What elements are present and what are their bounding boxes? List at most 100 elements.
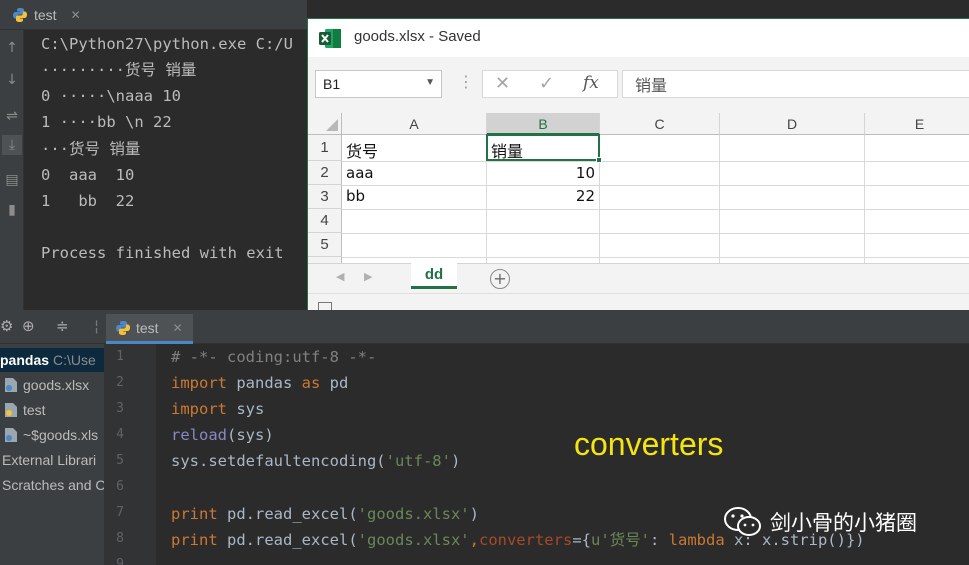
row-header-2[interactable]: 2 [308,161,342,185]
console-line: Process finished with exit [41,244,284,262]
spreadsheet-grid[interactable]: A B C D E 1 2 3 4 5 6 货号 销量 aaa 10 bb 22 [308,113,969,263]
row-header-5[interactable]: 5 [308,233,342,257]
wechat-icon [724,507,761,536]
cell-a3[interactable]: bb [346,187,365,205]
python-icon [13,7,27,22]
code-text: sys [227,400,265,418]
divider-icon: ¦ [94,317,100,335]
project-root-name: pandas [0,352,50,368]
excel-window-title: goods.xlsx - Saved [354,28,481,45]
formula-input[interactable]: 销量 [622,70,969,98]
column-header-c[interactable]: C [600,113,720,135]
column-header-b[interactable]: B [487,113,600,135]
selected-cell-outline [486,134,600,161]
line-number: 3 [116,401,124,416]
project-toolbar: ⚙ ⊕ ≑ ¦ [0,310,104,344]
cell-b2[interactable]: 10 [491,164,595,182]
tree-item-label: test [23,402,46,418]
locate-icon[interactable]: ⊕ [22,317,35,335]
python-file-icon [4,401,18,417]
console-line: ···货号 销量 [41,140,141,158]
fill-handle[interactable] [596,157,602,163]
console-line: 0 ·····\naaa 10 [41,87,181,105]
code-text: : [649,531,669,549]
row-header-3[interactable]: 3 [308,185,342,209]
tree-item-external-libraries[interactable]: External Librari [2,448,96,472]
collapse-icon[interactable]: ≑ [56,317,69,335]
code-text: (sys) [227,426,274,444]
scroll-to-end-icon[interactable]: ⤓ [2,135,22,155]
column-header-a[interactable]: A [342,113,487,135]
code-line-3: import sys [171,396,264,422]
console-line: ·········货号 销量 [41,61,197,79]
close-icon[interactable]: ✕ [173,321,183,335]
code-text: pandas [227,374,302,392]
tree-item-label: ~$goods.xls [23,427,99,443]
cancel-icon[interactable]: ✕ [495,73,510,94]
run-toolbar: ↑ ↓ ⇌ ⤓ ▤ ▮ [0,30,24,310]
row-header-1[interactable]: 1 [308,135,342,161]
line-number: 9 [116,557,124,565]
code-text: ={ [572,531,591,549]
scroll-right-icon[interactable]: ▶ [364,270,372,283]
print-icon[interactable]: ▤ [2,170,22,190]
column-header-d[interactable]: D [720,113,865,135]
name-box[interactable]: B1 ▼ [315,70,442,98]
sheet-tab-bar: ◀ ▶ dd + [308,263,969,293]
code-line-5: sys.setdefaultencoding('utf-8') [171,448,460,474]
tree-item-test[interactable]: test [4,398,46,422]
select-all-corner[interactable] [308,113,342,135]
file-icon [4,376,18,392]
trash-icon[interactable]: ▮ [2,200,22,220]
tree-item-temp-file[interactable]: ~$goods.xls [4,423,98,447]
builtin: reload [171,426,227,444]
cell-a1[interactable]: 货号 [346,138,378,162]
project-tree: pandas C:\Use goods.xlsx test ~$goods.xls… [0,344,104,565]
tree-item-scratches[interactable]: Scratches and C [2,473,104,497]
add-sheet-icon[interactable]: + [490,269,510,289]
code-line-4: reload(sys) [171,422,274,448]
scroll-left-icon[interactable]: ◀ [336,270,344,283]
line-number: 4 [116,427,124,442]
chevron-down-icon[interactable]: ▼ [425,77,435,88]
settings-icon[interactable]: ⚙ [0,317,13,335]
parameter: converters [478,531,573,549]
project-root[interactable]: pandas C:\Use [0,348,104,372]
excel-window: goods.xlsx - Saved B1 ▼ ⋮ ✕ ✓ fx 销量 A B … [307,18,969,321]
file-icon [4,426,18,442]
up-arrow-icon[interactable]: ↑ [2,38,22,58]
soft-wrap-icon[interactable]: ⇌ [2,106,22,126]
code-text: pd.read_excel( [217,505,358,523]
down-arrow-icon[interactable]: ↓ [2,70,22,90]
comment: # -*- coding:utf-8 -*- [171,348,377,366]
confirm-icon[interactable]: ✓ [539,73,554,94]
line-number: 1 [116,349,124,364]
keyword: import [171,400,227,418]
close-icon[interactable]: ✕ [71,8,81,22]
column-header-e[interactable]: E [865,113,969,135]
tree-item-goods-xlsx[interactable]: goods.xlsx [4,373,89,397]
run-tab[interactable]: test ✕ [0,0,307,30]
console-line: 1 bb 22 [41,192,135,210]
string: 'goods.xlsx' [357,505,470,523]
string: 'utf-8' [385,452,451,470]
excel-title-bar[interactable]: goods.xlsx - Saved [308,19,969,57]
row-header-4[interactable]: 4 [308,209,342,233]
editor-tab-bar: test ✕ [104,310,969,344]
sheet-tab[interactable]: dd [411,263,457,289]
insert-function-icon[interactable]: fx [583,73,599,93]
line-number-gutter: 1 2 3 4 5 6 7 8 9 [104,344,156,565]
cell-b3[interactable]: 22 [491,187,595,205]
editor-tab-test[interactable]: test ✕ [106,314,193,344]
code-text: ) [450,452,461,470]
console-line: 0 aaa 10 [41,166,135,184]
keyword: as [301,374,321,392]
run-console[interactable]: C:\Python27\python.exe C:/U ·········货号 … [24,30,314,310]
keyword: print [171,531,218,549]
line-number: 5 [116,453,124,468]
cell-a2[interactable]: aaa [346,164,374,182]
python-icon [116,320,130,335]
keyword: print [171,505,218,523]
more-options-icon[interactable]: ⋮ [458,74,474,90]
keyword: lambda [668,531,725,549]
